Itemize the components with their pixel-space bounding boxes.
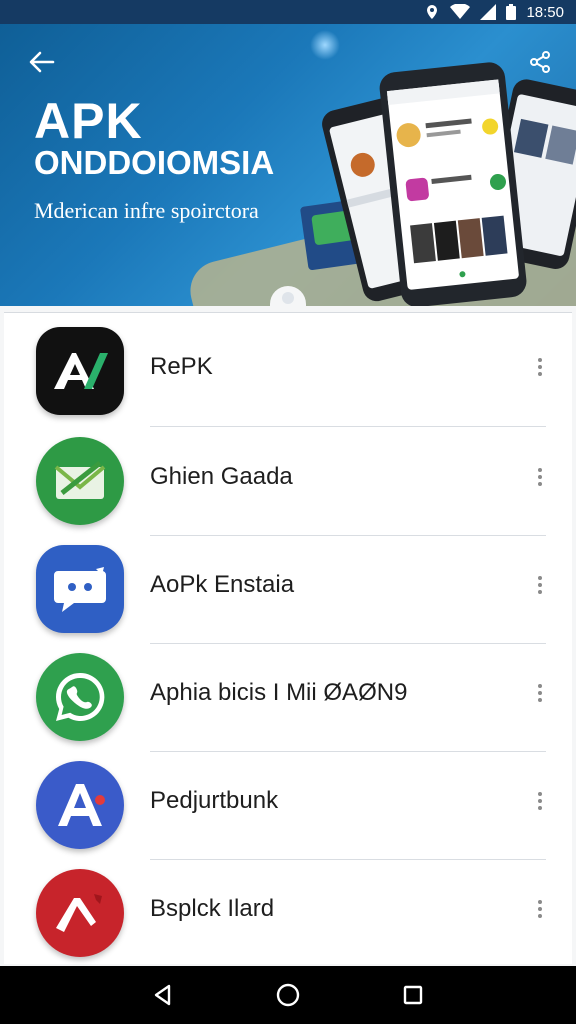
hero-subtitle: ONDDOIOMSIA [34,144,275,181]
location-icon [427,5,438,19]
app-name: Aphia bicis I Mii ØAØN9 [150,679,408,706]
more-options-button[interactable] [530,569,550,601]
hero-banner: APK ONDDOIOMSIA Mderican infre spoirctor… [0,24,576,306]
app-name: AoPk Enstaia [150,571,295,598]
status-time: 18:50 [526,3,564,21]
app-list: RePK Ghien Gaada AoPk Enstaia Aphia bici… [4,312,572,964]
back-button[interactable] [26,48,58,76]
list-item[interactable]: Pedjurtbunk [4,751,572,859]
app-name: Pedjurtbunk [150,787,279,814]
arrow-back-icon [29,51,55,73]
list-item[interactable]: Aphia bicis I Mii ØAØN9 [4,643,572,751]
app-name: RePK [150,353,213,380]
wifi-icon [450,4,471,19]
nav-home-button[interactable] [268,975,308,1015]
nav-home-icon [276,983,300,1007]
status-bar: 18:50 [0,0,576,24]
list-item[interactable]: RePK [4,313,572,421]
apk-logo-icon [36,327,124,415]
chat-bubble-icon [36,545,124,633]
letter-a-red-icon [36,869,124,957]
hero-tagline: Mderican infre spoirctora [34,198,259,223]
phone-call-icon [36,653,124,741]
signal-icon [480,4,497,20]
nav-recents-icon [404,985,423,1005]
list-item[interactable]: AoPk Enstaia [4,535,572,643]
more-options-button[interactable] [530,351,550,383]
nav-recents-button[interactable] [393,975,433,1015]
battery-icon [506,4,517,20]
letter-a-icon [36,761,124,849]
app-name: Ghien Gaada [150,463,293,490]
phones-illustration [300,62,576,306]
more-options-button[interactable] [530,785,550,817]
more-options-button[interactable] [530,461,550,493]
nav-back-button[interactable] [143,975,183,1015]
more-options-button[interactable] [530,677,550,709]
mail-envelope-icon [36,437,124,525]
list-item[interactable]: Ghien Gaada [4,427,572,535]
navigation-bar [0,966,576,1024]
more-options-button[interactable] [530,893,550,925]
nav-back-icon [154,984,170,1006]
app-name: Bsplck Ilard [150,895,275,922]
hero-title: APK [34,93,143,149]
scroll-handle[interactable] [282,292,294,304]
list-item[interactable]: Bsplck Ilard [4,859,572,967]
